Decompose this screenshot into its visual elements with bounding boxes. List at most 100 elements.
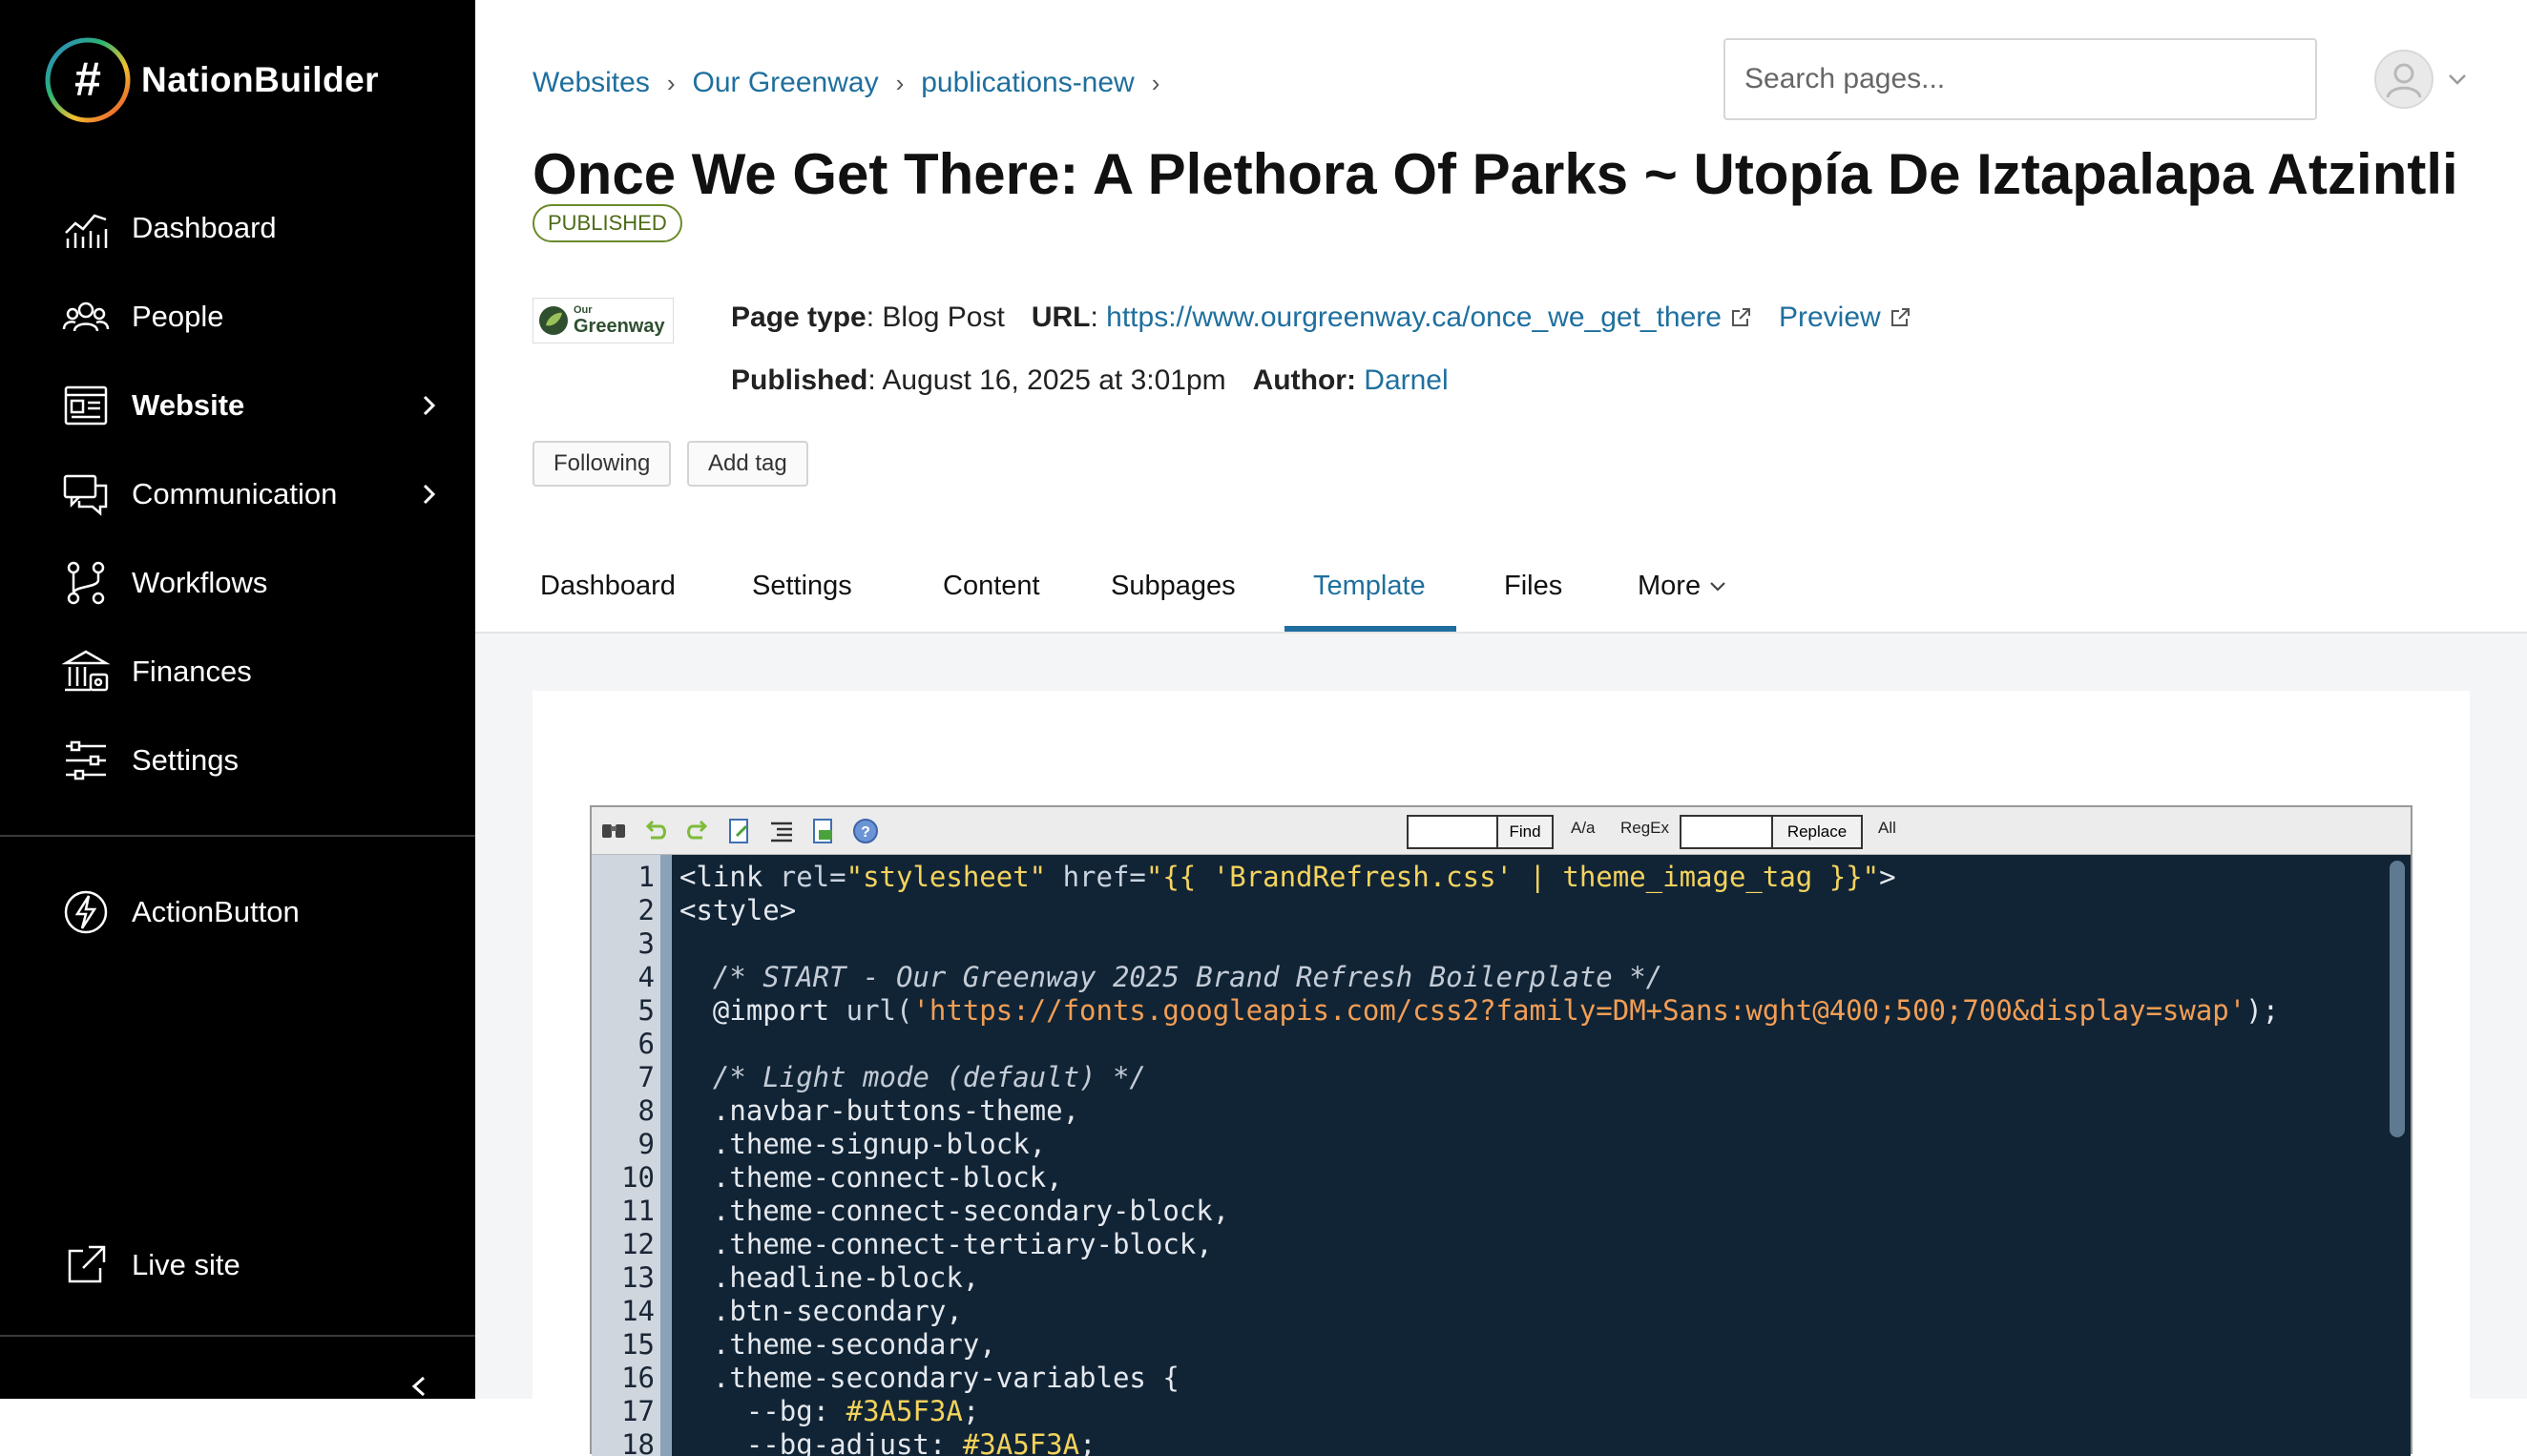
page-url-link[interactable]: https://www.ourgreenway.ca/once_we_get_t… bbox=[1106, 302, 1722, 334]
code-line[interactable]: 2 <style> bbox=[592, 894, 2386, 927]
preview-link[interactable]: Preview bbox=[1779, 302, 1881, 334]
chevron-right-icon: › bbox=[895, 68, 905, 97]
search-icon[interactable] bbox=[599, 817, 628, 845]
sidebar: # NationBuilder Dashboard People Website… bbox=[0, 0, 475, 1399]
code-token: /* Light mode (default) */ bbox=[679, 1061, 1146, 1093]
code-line[interactable]: 18 --bg-adjust: #3A5F3A; bbox=[592, 1428, 2386, 1456]
vertical-scrollbar[interactable] bbox=[2390, 861, 2405, 1137]
sidebar-item-settings[interactable]: Settings bbox=[61, 727, 462, 794]
regex-toggle[interactable]: RegEx bbox=[1620, 819, 1669, 838]
go-to-line-icon[interactable] bbox=[725, 817, 754, 845]
code-line[interactable]: 16 .theme-secondary-variables { bbox=[592, 1362, 2386, 1395]
code-line[interactable]: 1 <link rel="stylesheet" href="{{ 'BrandR… bbox=[592, 861, 2386, 894]
site-logo-small: Our bbox=[574, 304, 593, 316]
tab-dashboard[interactable]: Dashboard bbox=[540, 540, 676, 632]
search-box bbox=[1723, 38, 2317, 120]
line-number: 2 bbox=[637, 894, 655, 926]
add-tag-button[interactable]: Add tag bbox=[687, 441, 808, 487]
user-menu[interactable] bbox=[2374, 50, 2470, 109]
code-line[interactable]: 6 bbox=[592, 1028, 2386, 1061]
line-number: 17 bbox=[621, 1395, 655, 1427]
chevron-right-icon bbox=[423, 395, 436, 416]
redo-icon[interactable] bbox=[683, 817, 712, 845]
line-number: 7 bbox=[637, 1061, 655, 1093]
code-line[interactable]: 13 .headline-block, bbox=[592, 1261, 2386, 1295]
live-site-link[interactable]: Live site bbox=[61, 1232, 462, 1299]
code-token: #3A5F3A bbox=[962, 1428, 1080, 1456]
line-number: 18 bbox=[621, 1428, 655, 1456]
code-line[interactable]: 8 .navbar-buttons-theme, bbox=[592, 1094, 2386, 1128]
collapse-sidebar-icon[interactable] bbox=[405, 1374, 433, 1399]
code-token: #3A5F3A bbox=[846, 1395, 963, 1427]
help-icon[interactable]: ? bbox=[851, 817, 880, 845]
tab-more[interactable]: More bbox=[1638, 540, 1729, 632]
sidebar-item-workflows[interactable]: Workflows bbox=[61, 550, 462, 616]
find-input[interactable] bbox=[1407, 815, 1498, 849]
code-line[interactable]: 14 .btn-secondary, bbox=[592, 1295, 2386, 1328]
undo-icon[interactable] bbox=[641, 817, 670, 845]
replace-button[interactable]: Replace bbox=[1771, 815, 1863, 849]
sidebar-item-label: Dashboard bbox=[132, 211, 277, 244]
code-token: 'https://fonts.googleapis.com/css2?famil… bbox=[912, 994, 2246, 1027]
code-area[interactable]: 1 <link rel="stylesheet" href="{{ 'BrandR… bbox=[592, 855, 2411, 1456]
logo[interactable]: # NationBuilder bbox=[44, 36, 379, 124]
website-icon bbox=[61, 381, 111, 430]
code-line[interactable]: 7 /* Light mode (default) */ bbox=[592, 1061, 2386, 1094]
find-button[interactable]: Find bbox=[1496, 815, 1554, 849]
sidebar-item-communication[interactable]: Communication bbox=[61, 461, 462, 528]
author-link[interactable]: Darnel bbox=[1364, 364, 1448, 397]
tab-files[interactable]: Files bbox=[1504, 540, 1562, 632]
following-button[interactable]: Following bbox=[533, 441, 672, 487]
svg-text:#: # bbox=[74, 52, 101, 106]
site-logo-big: Greenway bbox=[574, 316, 665, 337]
code-line[interactable]: 10 .theme-connect-block, bbox=[592, 1161, 2386, 1195]
highlight-icon[interactable] bbox=[809, 817, 838, 845]
line-number: 15 bbox=[621, 1328, 655, 1361]
code-line[interactable]: 4 /* START - Our Greenway 2025 Brand Ref… bbox=[592, 961, 2386, 994]
code-line[interactable]: 3 bbox=[592, 927, 2386, 961]
code-line[interactable]: 12 .theme-connect-tertiary-block, bbox=[592, 1228, 2386, 1261]
tab-subpages[interactable]: Subpages bbox=[1111, 540, 1236, 632]
workflow-icon bbox=[61, 558, 111, 608]
breadcrumb-publications-new[interactable]: publications-new bbox=[921, 67, 1134, 99]
breadcrumb-websites[interactable]: Websites bbox=[533, 67, 650, 99]
tab-settings[interactable]: Settings bbox=[752, 540, 852, 632]
format-icon[interactable] bbox=[767, 817, 796, 845]
nationbuilder-logo-icon: # bbox=[45, 37, 131, 123]
sidebar-item-label: Workflows bbox=[132, 566, 268, 599]
published-value: : August 16, 2025 at 3:01pm bbox=[867, 364, 1226, 396]
match-case-toggle[interactable]: A/a bbox=[1571, 819, 1596, 838]
external-link-icon[interactable] bbox=[1729, 306, 1752, 329]
code-line[interactable]: 5 @import url('https://fonts.googleapis.… bbox=[592, 994, 2386, 1028]
line-number: 1 bbox=[637, 861, 655, 893]
url-label: URL bbox=[1031, 302, 1091, 333]
replace-input[interactable] bbox=[1680, 815, 1773, 849]
breadcrumb-our-greenway[interactable]: Our Greenway bbox=[693, 67, 879, 99]
sidebar-item-actionbutton[interactable]: ActionButton bbox=[61, 879, 462, 946]
sidebar-item-finances[interactable]: Finances bbox=[61, 638, 462, 705]
replace-all-button[interactable]: All bbox=[1878, 819, 1896, 838]
line-number: 8 bbox=[637, 1094, 655, 1127]
sidebar-item-website[interactable]: Website bbox=[61, 372, 462, 439]
code-text: /* Light mode (default) */ bbox=[679, 1061, 1146, 1094]
code-token: > bbox=[1879, 861, 1896, 893]
sidebar-item-people[interactable]: People bbox=[61, 283, 462, 350]
line-number: 5 bbox=[637, 994, 655, 1027]
code-token: ; bbox=[1079, 1428, 1096, 1456]
bank-icon bbox=[61, 647, 111, 697]
tab-content[interactable]: Content bbox=[943, 540, 1040, 632]
code-text: .theme-signup-block, bbox=[679, 1128, 1046, 1161]
tab-template[interactable]: Template bbox=[1313, 540, 1426, 632]
code-line[interactable]: 9 .theme-signup-block, bbox=[592, 1128, 2386, 1161]
author-label: Author: bbox=[1252, 364, 1356, 396]
sidebar-item-label: Finances bbox=[132, 655, 252, 688]
search-input[interactable] bbox=[1725, 40, 2315, 118]
live-site-label: Live site bbox=[132, 1248, 240, 1281]
user-icon bbox=[2386, 63, 2422, 98]
code-line[interactable]: 15 .theme-secondary, bbox=[592, 1328, 2386, 1362]
svg-text:?: ? bbox=[861, 824, 870, 841]
sidebar-item-dashboard[interactable]: Dashboard bbox=[61, 195, 462, 261]
external-link-icon[interactable] bbox=[1889, 306, 1911, 329]
code-line[interactable]: 17 --bg: #3A5F3A; bbox=[592, 1395, 2386, 1428]
code-line[interactable]: 11 .theme-connect-secondary-block, bbox=[592, 1195, 2386, 1228]
